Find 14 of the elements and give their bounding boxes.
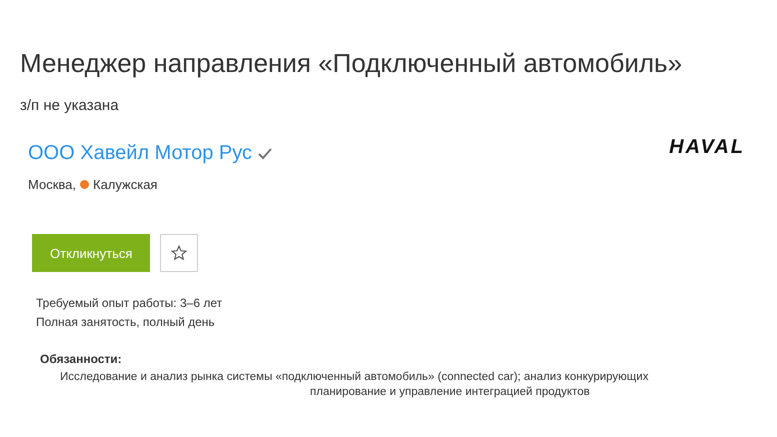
- star-icon: [171, 245, 188, 261]
- company-logo: HAVAL: [669, 136, 745, 159]
- company-link[interactable]: ООО Хавейл Мотор Рус: [28, 142, 252, 165]
- condition-text: Полная занятость, полный день: [36, 314, 216, 331]
- description-text: планирование и управление интеграцией продуктов: [309, 385, 591, 400]
- vacancy-title: Менеджер направления «Подключенный автомобиль»: [20, 47, 684, 79]
- favorite-button[interactable]: [160, 234, 198, 272]
- city-text: Москва,: [28, 177, 76, 192]
- salary-text: з/п не указана: [20, 97, 120, 114]
- condition-text: Требуемый опыт работы: 3–6 лет: [36, 295, 224, 312]
- section-heading: Обязанности:: [39, 352, 123, 366]
- metro-text: Калужская: [93, 177, 158, 192]
- apply-button[interactable]: Откликнуться: [32, 234, 150, 272]
- description-text: Исследование и анализ рынка системы «подключенный автомобиль» (connected car); анализ конкурирующих: [59, 370, 650, 385]
